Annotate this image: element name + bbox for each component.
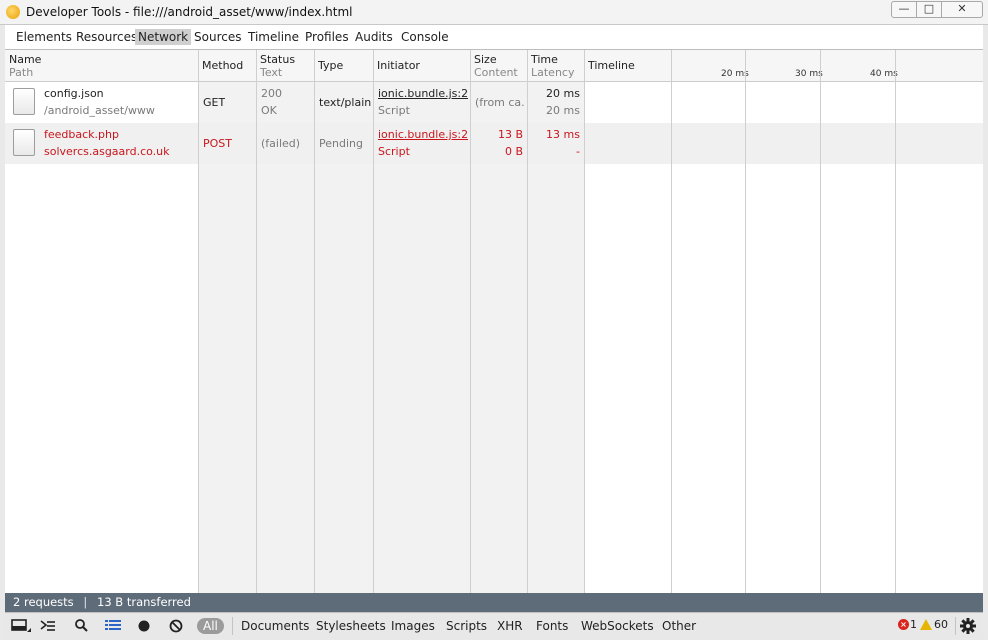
- request-count: 2 requests: [13, 595, 74, 609]
- request-content-size: 0 B: [504, 145, 523, 158]
- request-type: Pending: [319, 137, 363, 150]
- error-count[interactable]: 1: [910, 618, 917, 631]
- request-latency: -: [576, 145, 580, 158]
- header-initiator[interactable]: Initiator: [373, 50, 470, 81]
- header-time[interactable]: Time Latency: [527, 50, 584, 81]
- search-icon[interactable]: [69, 616, 95, 636]
- filter-images[interactable]: Images: [391, 618, 435, 634]
- summary-bar: 2 requests | 13 B transferred: [5, 593, 983, 612]
- filter-documents[interactable]: Documents: [241, 618, 309, 634]
- clear-icon[interactable]: [163, 616, 189, 636]
- request-method: GET: [203, 96, 226, 109]
- header-timeline[interactable]: Timeline: [584, 50, 983, 81]
- filter-fonts[interactable]: Fonts: [536, 618, 568, 634]
- maximize-button[interactable]: □: [916, 1, 942, 18]
- dock-toggle-icon[interactable]: [7, 616, 33, 636]
- chrome-app-icon: [6, 5, 20, 19]
- tab-sources[interactable]: Sources: [191, 29, 244, 45]
- timeline-tick: 40 ms: [870, 69, 898, 79]
- settings-gear-icon[interactable]: [957, 616, 983, 636]
- request-name: config.json: [44, 87, 104, 100]
- header-size[interactable]: Size Content: [470, 50, 527, 81]
- minimize-button[interactable]: —: [891, 1, 917, 18]
- request-time: 20 ms: [546, 87, 580, 100]
- filter-other[interactable]: Other: [662, 618, 696, 634]
- request-status: (failed): [261, 137, 301, 150]
- request-size: 13 B: [497, 128, 523, 141]
- console-drawer-icon[interactable]: [35, 616, 61, 636]
- warning-count[interactable]: 60: [934, 618, 948, 631]
- request-size: (from ca...: [475, 96, 525, 109]
- request-status-text: OK: [261, 104, 277, 117]
- record-icon[interactable]: [131, 616, 157, 636]
- network-grid: Name Path Method Status Text Type Initia…: [5, 50, 983, 593]
- tab-resources[interactable]: Resources: [73, 29, 140, 45]
- filter-scripts[interactable]: Scripts: [446, 618, 487, 634]
- transferred-size: 13 B transferred: [97, 595, 191, 609]
- tab-audits[interactable]: Audits: [352, 29, 396, 45]
- tab-profiles[interactable]: Profiles: [302, 29, 352, 45]
- header-name[interactable]: Name Path: [5, 50, 198, 81]
- tab-console[interactable]: Console: [398, 29, 452, 45]
- initiator-link[interactable]: ionic.bundle.js:2...: [378, 87, 468, 100]
- panel-tabs: Elements Resources Network Sources Timel…: [5, 25, 983, 50]
- tab-network[interactable]: Network: [135, 29, 192, 45]
- devtools-window: Developer Tools - file:///android_asset/…: [0, 0, 988, 640]
- timeline-tick: 30 ms: [795, 69, 823, 79]
- filter-all[interactable]: All: [197, 618, 224, 634]
- filter-websockets[interactable]: WebSockets: [581, 618, 654, 634]
- request-path: solvercs.asgaard.co.uk: [44, 145, 170, 158]
- request-time: 13 ms: [546, 128, 580, 141]
- tab-elements[interactable]: Elements: [13, 29, 75, 45]
- request-status: 200: [261, 87, 282, 100]
- request-type: text/plain: [319, 96, 372, 109]
- close-button[interactable]: ✕: [941, 1, 983, 18]
- header-type[interactable]: Type: [314, 50, 373, 81]
- request-latency: 20 ms: [546, 104, 580, 117]
- table-row[interactable]: feedback.php solvercs.asgaard.co.uk POST…: [5, 123, 983, 164]
- tab-timeline[interactable]: Timeline: [245, 29, 302, 45]
- file-icon: [13, 88, 35, 115]
- initiator-type: Script: [378, 104, 410, 117]
- bottom-toolbar: All Documents Stylesheets Images Scripts…: [5, 612, 983, 639]
- filter-stylesheets[interactable]: Stylesheets: [316, 618, 386, 634]
- initiator-link[interactable]: ionic.bundle.js:2...: [378, 128, 468, 141]
- grid-header: Name Path Method Status Text Type Initia…: [5, 50, 983, 82]
- filter-xhr[interactable]: XHR: [497, 618, 523, 634]
- window-title: Developer Tools - file:///android_asset/…: [26, 5, 353, 19]
- large-rows-icon[interactable]: [100, 616, 126, 636]
- header-method[interactable]: Method: [198, 50, 256, 81]
- request-name: feedback.php: [44, 128, 119, 141]
- error-icon[interactable]: ×: [898, 619, 909, 630]
- file-icon: [13, 129, 35, 156]
- initiator-type: Script: [378, 145, 410, 158]
- warning-icon[interactable]: [920, 619, 932, 630]
- title-bar: Developer Tools - file:///android_asset/…: [0, 0, 988, 25]
- table-row[interactable]: config.json /android_asset/www GET 200 O…: [5, 82, 983, 123]
- request-path: /android_asset/www: [44, 104, 155, 117]
- request-method: POST: [203, 137, 232, 150]
- header-status[interactable]: Status Text: [256, 50, 314, 81]
